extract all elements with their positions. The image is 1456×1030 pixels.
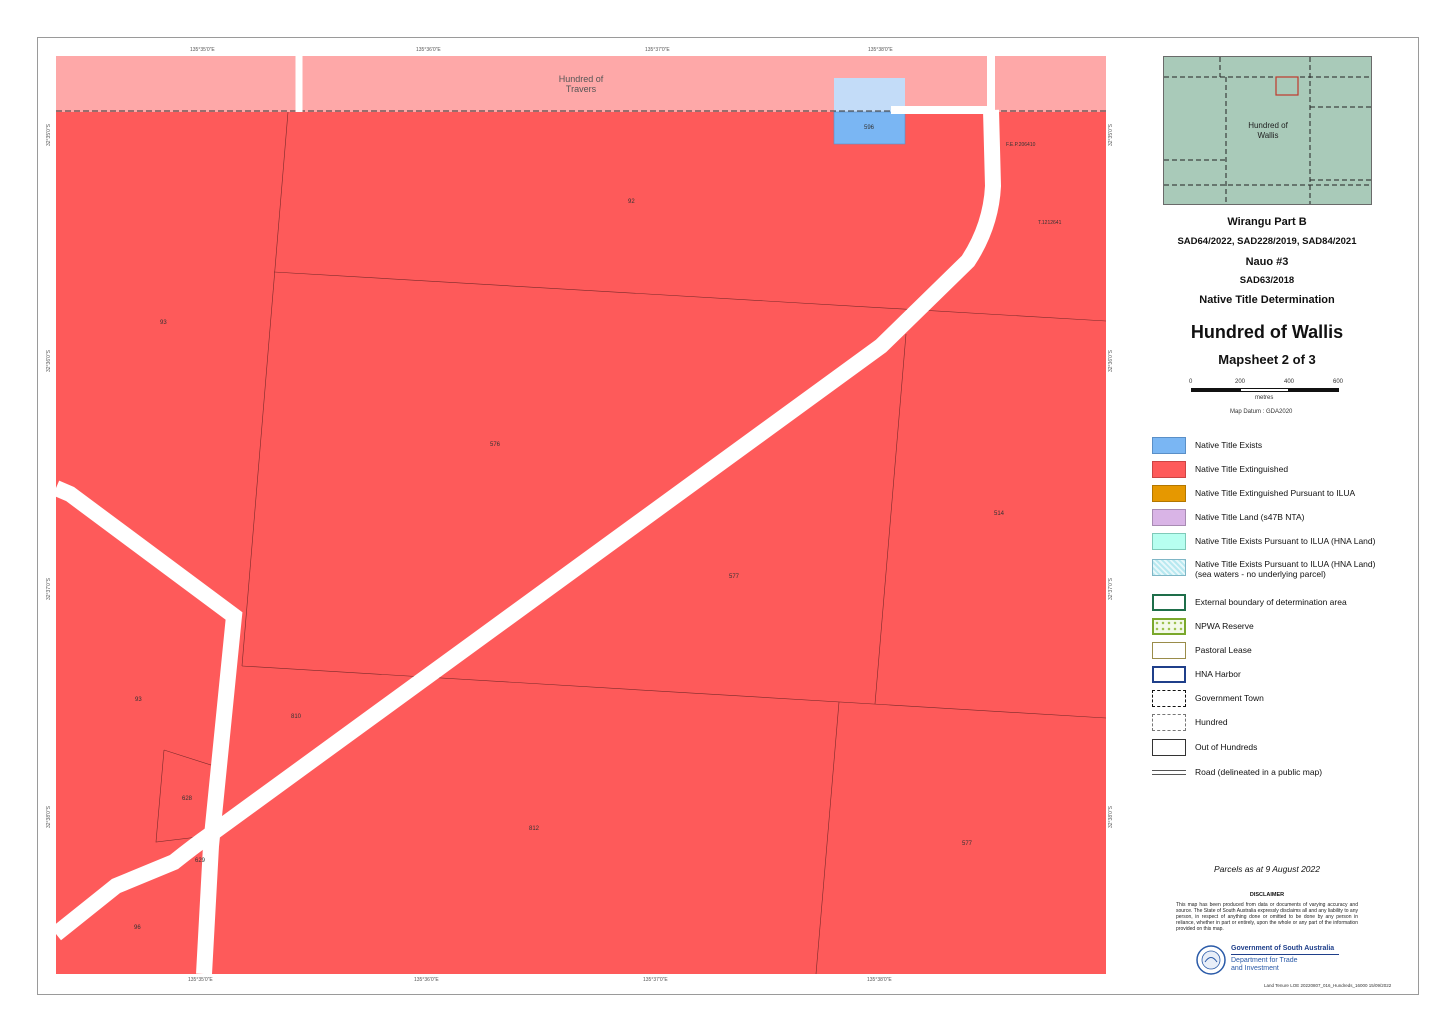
parcel-label: 596: [864, 125, 875, 131]
tick-top: 135°38'0"E: [868, 47, 893, 53]
legend-item-exists-ilua-sea: Native Title Exists Pursuant to ILUA (HN…: [1152, 559, 1412, 579]
tick-right: 32°36'0"S: [1108, 350, 1114, 372]
legend-item-s47b: Native Title Land (s47B NTA): [1152, 509, 1412, 527]
tick-right: 32°37'0"S: [1108, 578, 1114, 600]
parcel-label: 514: [994, 511, 1005, 517]
parcel-label: 628: [182, 796, 193, 802]
mapsheet-label: Mapsheet 2 of 3: [1218, 352, 1316, 367]
map-canvas: [56, 56, 1106, 974]
tick-left: 32°36'0"S: [46, 350, 52, 372]
tick-top: 135°36'0"E: [416, 47, 441, 53]
tick-left: 32°35'0"S: [46, 124, 52, 146]
legend-item-extinguished-ilua: Native Title Extinguished Pursuant to IL…: [1152, 485, 1412, 503]
tick-bottom: 135°38'0"E: [867, 977, 892, 983]
legend-item-road: Road (delineated in a public map): [1152, 764, 1412, 782]
scale-unit: metres: [1255, 395, 1274, 401]
parcel-label: 93: [135, 697, 142, 703]
inset-label: Hundred of Wallis: [1248, 121, 1288, 140]
gov-department: Department for Trade and Investment: [1231, 957, 1298, 972]
map-reference: Land Tenure LOE 20220807_016_Hundreds_16…: [1264, 983, 1392, 988]
scale-tick: 0: [1189, 379, 1193, 385]
legend-item-pastoral-lease: Pastoral Lease: [1152, 642, 1412, 660]
tick-right: 32°38'0"S: [1108, 806, 1114, 828]
parcel-label: 810: [291, 714, 302, 720]
parcel-tag: F.E.P.206410: [1006, 142, 1036, 148]
scale-tick: 600: [1333, 379, 1344, 385]
parcel-label: 92: [628, 199, 635, 205]
title-line5: Native Title Determination: [1199, 294, 1335, 306]
parcel-label: 577: [729, 574, 740, 580]
parcel-label: 576: [490, 442, 501, 448]
tick-left: 32°38'0"S: [46, 806, 52, 828]
legend-item-exists-ilua: Native Title Exists Pursuant to ILUA (HN…: [1152, 533, 1412, 551]
parcel-tag: T.1212641: [1038, 220, 1062, 226]
title-line4: SAD63/2018: [1239, 275, 1295, 286]
tick-top: 135°35'0"E: [190, 47, 215, 53]
parcel-label: 577: [962, 841, 973, 847]
tick-left: 32°37'0"S: [46, 578, 52, 600]
legend-item-npwa-reserve: NPWA Reserve: [1152, 618, 1412, 636]
tick-bottom: 135°36'0"E: [414, 977, 439, 983]
government-logo-block: Government of South Australia Department…: [1195, 943, 1355, 979]
map-datum: Map Datum : GDA2020: [1230, 409, 1293, 415]
parcel-label: 96: [134, 925, 141, 931]
scale-tick: 200: [1235, 379, 1246, 385]
sa-crest-icon: [1196, 945, 1226, 975]
parcel-label: 629: [195, 858, 206, 864]
legend-item-out-of-hundreds: Out of Hundreds: [1152, 739, 1412, 757]
tick-bottom: 135°37'0"E: [643, 977, 668, 983]
main-map[interactable]: Hundred of Travers 596 92 93 576 514 577…: [56, 56, 1106, 974]
legend-item-external-boundary: External boundary of determination area: [1152, 594, 1412, 612]
disclaimer-text: This map has been produced from data or …: [1176, 902, 1358, 932]
legend-item-native-title-exists: Native Title Exists: [1152, 437, 1412, 455]
legend-item-native-title-extinguished: Native Title Extinguished: [1152, 461, 1412, 479]
title-line2: SAD64/2022, SAD228/2019, SAD84/2021: [1177, 236, 1357, 247]
scale-bar: [1191, 388, 1339, 392]
legend-item-government-town: Government Town: [1152, 690, 1412, 708]
gov-name: Government of South Australia: [1231, 945, 1335, 952]
inset-map[interactable]: Hundred of Wallis: [1163, 56, 1372, 205]
hundred-travers-label: Hundred of Travers: [558, 74, 604, 94]
map-title: Hundred of Wallis: [1190, 322, 1344, 342]
tick-top: 135°37'0"E: [645, 47, 670, 53]
inset-extent: [1275, 76, 1299, 96]
legend-item-hundred: Hundred: [1152, 714, 1412, 732]
parcel-label: 812: [529, 826, 540, 832]
tick-bottom: 135°35'0"E: [188, 977, 213, 983]
disclaimer-title: DISCLAIMER: [1249, 892, 1285, 898]
legend-item-hna-harbor: HNA Harbor: [1152, 666, 1412, 684]
roads: [56, 56, 1002, 974]
title-line1: Wirangu Part B: [1227, 216, 1307, 228]
tick-right: 32°35'0"S: [1108, 124, 1114, 146]
title-line3: Nauo #3: [1245, 256, 1289, 268]
scale-tick: 400: [1284, 379, 1295, 385]
parcel-label: 93: [160, 320, 167, 326]
parcels-date: Parcels as at 9 August 2022: [1213, 864, 1320, 874]
